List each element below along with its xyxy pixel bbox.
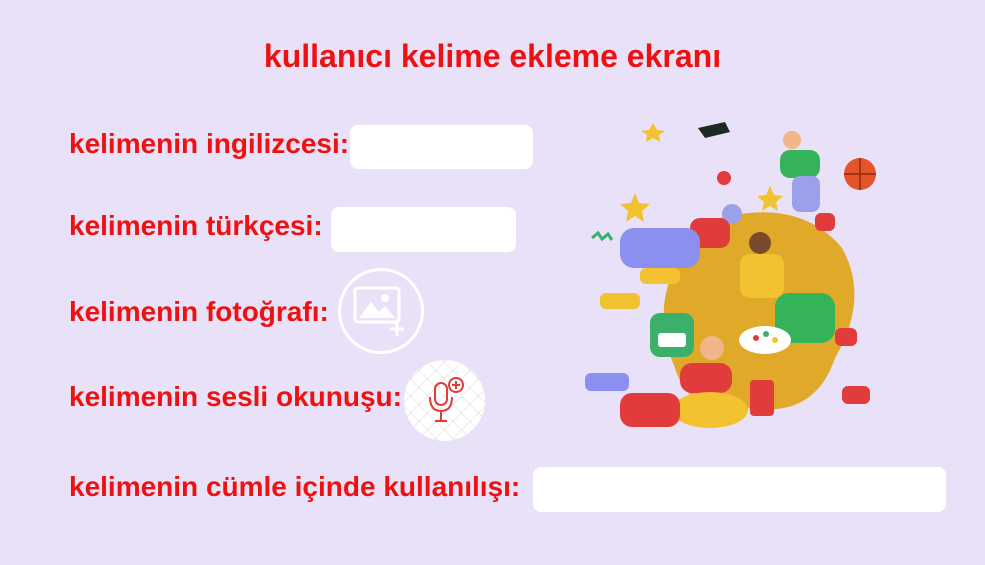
- palette-icon: [739, 326, 791, 354]
- star-icon: [757, 186, 783, 211]
- sentence-label: kelimenin cümle içinde kullanılışı:: [69, 471, 521, 502]
- add-microphone-icon: [428, 376, 464, 422]
- turkish-label: kelimenin türkçesi:: [69, 210, 323, 241]
- add-photo-button[interactable]: [338, 268, 424, 354]
- page-title: kullanıcı kelime ekleme ekranı: [263, 38, 722, 74]
- graduation-cap-icon: [698, 122, 730, 138]
- english-label: kelimenin ingilizcesi:: [69, 128, 350, 159]
- add-audio-button[interactable]: [404, 360, 485, 441]
- book-icon: [750, 380, 774, 416]
- squiggle-decoration: [591, 230, 614, 242]
- star-icon: [620, 193, 650, 222]
- photo-label: kelimenin fotoğrafı:: [69, 296, 329, 327]
- students-illustration: [585, 122, 876, 428]
- star-icon: [641, 123, 665, 142]
- english-input[interactable]: [350, 125, 533, 169]
- add-image-icon: [353, 286, 404, 336]
- apple-icon: [717, 171, 731, 185]
- audio-label: kelimenin sesli okunuşu:: [69, 381, 402, 412]
- sentence-input[interactable]: [533, 467, 946, 512]
- turkish-input[interactable]: [331, 207, 516, 252]
